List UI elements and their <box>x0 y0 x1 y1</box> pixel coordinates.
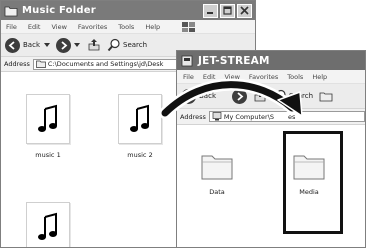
menu-favorites[interactable]: Favorites <box>78 23 107 31</box>
close-icon <box>240 6 249 15</box>
search-icon[interactable] <box>273 89 287 103</box>
jet-menubar: File Edit View Favorites Tools Help <box>177 70 365 84</box>
menu-file[interactable]: File <box>183 73 194 81</box>
address-value: C:\Documents and Settings\jd\Desk <box>47 60 164 68</box>
back-label[interactable]: Back <box>23 41 40 49</box>
windows-logo-icon <box>182 21 196 32</box>
forward-arrow-icon <box>61 40 68 50</box>
drive-icon <box>181 55 193 66</box>
drop-target-highlight <box>283 131 343 234</box>
menu-favorites[interactable]: Favorites <box>249 73 278 81</box>
minimize-icon <box>207 12 213 14</box>
folders-icon[interactable] <box>319 89 333 103</box>
address-label: Address <box>4 60 30 68</box>
music-folder-titlebar[interactable]: Music Folder <box>1 1 255 20</box>
up-folder-icon[interactable] <box>87 38 101 52</box>
jet-stream-content: Data Media <box>177 127 365 247</box>
folder-icon <box>4 6 18 16</box>
close-button[interactable] <box>237 3 252 18</box>
minimize-button[interactable] <box>203 3 218 18</box>
menu-file[interactable]: File <box>6 23 17 31</box>
dropdown-arrow-icon[interactable] <box>44 42 50 48</box>
up-folder-icon[interactable] <box>253 89 267 103</box>
jet-stream-titlebar[interactable]: JET-STREAM <box>177 51 365 70</box>
menu-help[interactable]: Help <box>145 23 160 31</box>
maximize-icon <box>223 6 232 15</box>
back-label[interactable]: Back <box>199 92 216 100</box>
file-label: music 1 <box>35 151 61 159</box>
search-label[interactable]: Search <box>289 92 313 100</box>
jet-stream-window: JET-STREAM File Edit View Favorites Tool… <box>176 50 366 248</box>
search-icon[interactable] <box>107 38 121 52</box>
music-file-icon <box>26 202 70 247</box>
file-item-music-1[interactable]: music 1 <box>18 94 78 159</box>
window-title: JET-STREAM <box>198 54 270 67</box>
jet-address-bar: Address My Computer\S es <box>177 109 365 125</box>
music-menubar: File Edit View Favorites Tools Help <box>1 20 255 34</box>
folder-icon <box>201 155 233 180</box>
music-file-icon <box>26 94 70 144</box>
forward-arrow-icon <box>237 91 244 101</box>
dropdown-arrow-icon[interactable] <box>74 42 80 48</box>
back-button-icon[interactable] <box>5 37 20 53</box>
music-file-icon <box>118 94 162 144</box>
forward-button[interactable] <box>56 37 71 53</box>
menu-edit[interactable]: Edit <box>28 23 41 31</box>
address-suffix: es <box>288 112 296 121</box>
address-label: Address <box>180 112 206 121</box>
folder-icon <box>36 60 46 68</box>
menu-tools[interactable]: Tools <box>118 23 134 31</box>
forward-button[interactable] <box>232 88 247 104</box>
menu-help[interactable]: Help <box>312 73 327 81</box>
back-arrow-icon <box>8 40 15 50</box>
menu-view[interactable]: View <box>51 23 66 31</box>
computer-icon <box>212 112 222 121</box>
search-label[interactable]: Search <box>123 41 147 49</box>
folder-item-data[interactable]: Data <box>185 151 249 196</box>
menu-edit[interactable]: Edit <box>203 73 216 81</box>
menu-view[interactable]: View <box>224 73 239 81</box>
file-label: music 2 <box>127 151 153 159</box>
file-item-music-3[interactable] <box>18 202 78 247</box>
folder-label: Data <box>209 188 225 196</box>
window-title: Music Folder <box>22 5 96 16</box>
menu-tools[interactable]: Tools <box>287 73 303 81</box>
back-button-icon[interactable] <box>181 88 196 104</box>
maximize-button[interactable] <box>220 3 235 18</box>
address-input[interactable]: My Computer\S es <box>208 111 365 122</box>
jet-toolbar: Back Search <box>177 84 365 109</box>
back-arrow-icon <box>184 91 191 101</box>
address-value: My Computer\S <box>223 112 275 121</box>
file-item-music-2[interactable]: music 2 <box>110 94 170 159</box>
